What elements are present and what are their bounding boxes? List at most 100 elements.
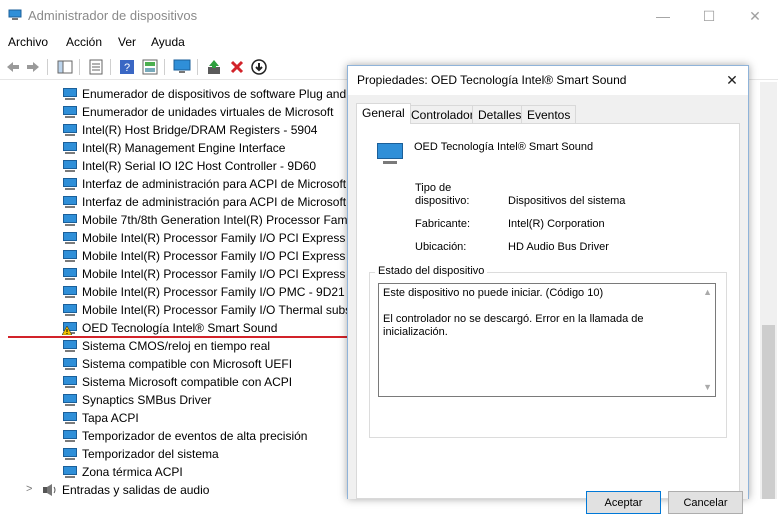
tab-eventos[interactable]: Eventos xyxy=(521,105,577,123)
device-manager-icon xyxy=(8,9,22,20)
tree-item[interactable]: Zona térmica ACPI xyxy=(0,463,350,481)
tree-item[interactable]: Intel(R) Host Bridge/DRAM Registers - 59… xyxy=(0,121,350,139)
system-device-icon xyxy=(62,465,78,479)
forward-icon[interactable] xyxy=(24,58,42,76)
toolbar-separator xyxy=(47,59,48,75)
tree-item[interactable]: Sistema CMOS/reloj en tiempo real xyxy=(0,337,350,355)
tree-item-label: Mobile Intel(R) Processor Family I/O PCI… xyxy=(82,249,350,263)
back-icon[interactable] xyxy=(4,58,22,76)
manufacturer-label: Fabricante: xyxy=(415,218,471,230)
system-device-icon xyxy=(62,285,78,299)
type-value: Dispositivos del sistema xyxy=(508,195,626,207)
properties-icon[interactable] xyxy=(87,58,105,76)
tree-item[interactable]: Intel(R) Serial IO I2C Host Controller -… xyxy=(0,157,350,175)
tree-item-label: Temporizador de eventos de alta precisió… xyxy=(82,429,308,443)
tree-item-label: Mobile 7th/8th Generation Intel(R) Proce… xyxy=(82,213,350,227)
tree-item-label: Sistema CMOS/reloj en tiempo real xyxy=(82,339,271,353)
tab-controlador[interactable]: Controlador xyxy=(405,105,480,123)
menu-ayuda[interactable]: Ayuda xyxy=(151,35,185,49)
system-device-icon xyxy=(62,213,78,227)
scroll-up-icon[interactable]: ▲ xyxy=(703,286,712,299)
tree-item-label: Sistema compatible con Microsoft UEFI xyxy=(82,357,293,371)
tree-item-label: Mobile Intel(R) Processor Family I/O PCI… xyxy=(82,231,350,245)
system-device-icon xyxy=(62,141,78,155)
system-device-icon xyxy=(62,447,78,461)
audio-icon xyxy=(43,484,56,496)
expand-chevron-icon[interactable]: > xyxy=(26,483,32,495)
system-device-icon xyxy=(62,267,78,281)
dialog-title: Propiedades: OED Tecnología Intel® Smart… xyxy=(357,73,627,87)
tree-item[interactable]: Enumerador de dispositivos de software P… xyxy=(0,85,350,103)
tree-item-label: Intel(R) Management Engine Interface xyxy=(82,141,286,155)
tree-item-label: Zona térmica ACPI xyxy=(82,465,183,479)
scroll-down-icon[interactable]: ▼ xyxy=(703,381,712,394)
close-button[interactable]: ✕ xyxy=(732,0,778,32)
dialog-body: General Controlador Detalles Eventos OED… xyxy=(348,95,748,499)
properties-dialog: Propiedades: OED Tecnología Intel® Smart… xyxy=(347,65,749,514)
help-icon[interactable]: ? xyxy=(118,58,136,76)
cancel-button[interactable]: Cancelar xyxy=(668,491,743,514)
tree-item-label: Enumerador de unidades virtuales de Micr… xyxy=(82,105,334,119)
uninstall-icon[interactable] xyxy=(228,58,246,76)
tree-item[interactable]: Interfaz de administración para ACPI de … xyxy=(0,193,350,211)
device-name: OED Tecnología Intel® Smart Sound xyxy=(414,141,594,153)
tree-item[interactable]: Mobile Intel(R) Processor Family I/O PCI… xyxy=(0,265,350,283)
scrollbar-thumb[interactable] xyxy=(762,325,775,499)
system-device-icon xyxy=(62,321,78,335)
show-hide-tree-icon[interactable] xyxy=(56,58,74,76)
tree-item-label: Intel(R) Serial IO I2C Host Controller -… xyxy=(82,159,317,173)
system-device-icon xyxy=(62,339,78,353)
tree-item[interactable]: Sistema Microsoft compatible con ACPI xyxy=(0,373,350,391)
tree-item[interactable]: Sistema compatible con Microsoft UEFI xyxy=(0,355,350,373)
system-device-icon xyxy=(62,249,78,263)
tree-category-label: Entradas y salidas de audio xyxy=(62,483,210,497)
tree-item[interactable]: Interfaz de administración para ACPI de … xyxy=(0,175,350,193)
svg-text:?: ? xyxy=(124,62,130,74)
tab-general[interactable]: General xyxy=(356,103,411,124)
device-icon xyxy=(375,140,407,166)
tree-item[interactable]: Enumerador de unidades virtuales de Micr… xyxy=(0,103,350,121)
system-device-icon xyxy=(62,429,78,443)
dialog-close-button[interactable]: ✕ xyxy=(716,66,748,94)
status-line-2: El controlador no se descargó. Error en … xyxy=(383,313,644,338)
type-label-line1: Tipo de xyxy=(415,182,452,194)
tree-item-label: Mobile Intel(R) Processor Family I/O PCI… xyxy=(82,267,350,281)
tree-item[interactable]: Tapa ACPI xyxy=(0,409,350,427)
annotation-underline xyxy=(8,336,348,338)
tree-item[interactable]: Intel(R) Management Engine Interface xyxy=(0,139,350,157)
tree-item[interactable]: Temporizador de eventos de alta precisió… xyxy=(0,427,350,445)
location-value: HD Audio Bus Driver xyxy=(508,241,609,253)
toolbar-separator xyxy=(79,59,80,75)
type-label-line2: dispositivo: xyxy=(415,195,470,207)
toolbar-separator xyxy=(110,59,111,75)
update-driver-icon[interactable] xyxy=(205,58,223,76)
device-status-textbox[interactable]: Este dispositivo no puede iniciar. (Códi… xyxy=(378,283,716,397)
tree-item[interactable]: Temporizador del sistema xyxy=(0,445,350,463)
warning-icon xyxy=(62,326,72,335)
status-line-1: Este dispositivo no puede iniciar. (Códi… xyxy=(383,287,604,299)
scan-hardware-icon[interactable] xyxy=(173,58,191,76)
menu-archivo[interactable]: Archivo xyxy=(8,35,48,49)
ok-button[interactable]: Aceptar xyxy=(586,491,661,514)
system-device-icon xyxy=(62,105,78,119)
maximize-button[interactable]: ☐ xyxy=(686,0,732,32)
tree-item[interactable]: OED Tecnología Intel® Smart Sound xyxy=(0,319,350,337)
menu-ver[interactable]: Ver xyxy=(118,35,136,49)
system-device-icon xyxy=(62,393,78,407)
view-icon[interactable] xyxy=(141,58,159,76)
device-status-title: Estado del dispositivo xyxy=(375,265,488,277)
tree-category-audio[interactable]: > Entradas y salidas de audio xyxy=(0,481,350,499)
system-device-icon xyxy=(62,177,78,191)
tab-detalles[interactable]: Detalles xyxy=(472,105,528,123)
tree-item[interactable]: Mobile 7th/8th Generation Intel(R) Proce… xyxy=(0,211,350,229)
minimize-button[interactable]: — xyxy=(640,0,686,32)
menu-accion[interactable]: Acción xyxy=(66,35,102,49)
tree-item[interactable]: Mobile Intel(R) Processor Family I/O PCI… xyxy=(0,229,350,247)
toolbar-separator xyxy=(197,59,198,75)
tree-item[interactable]: Synaptics SMBus Driver xyxy=(0,391,350,409)
tree-item[interactable]: Mobile Intel(R) Processor Family I/O PCI… xyxy=(0,247,350,265)
tree-item[interactable]: Mobile Intel(R) Processor Family I/O PMC… xyxy=(0,283,350,301)
title-bar: Administrador de dispositivos — ☐ ✕ xyxy=(0,0,778,32)
tree-item[interactable]: Mobile Intel(R) Processor Family I/O The… xyxy=(0,301,350,319)
disable-icon[interactable] xyxy=(250,58,268,76)
